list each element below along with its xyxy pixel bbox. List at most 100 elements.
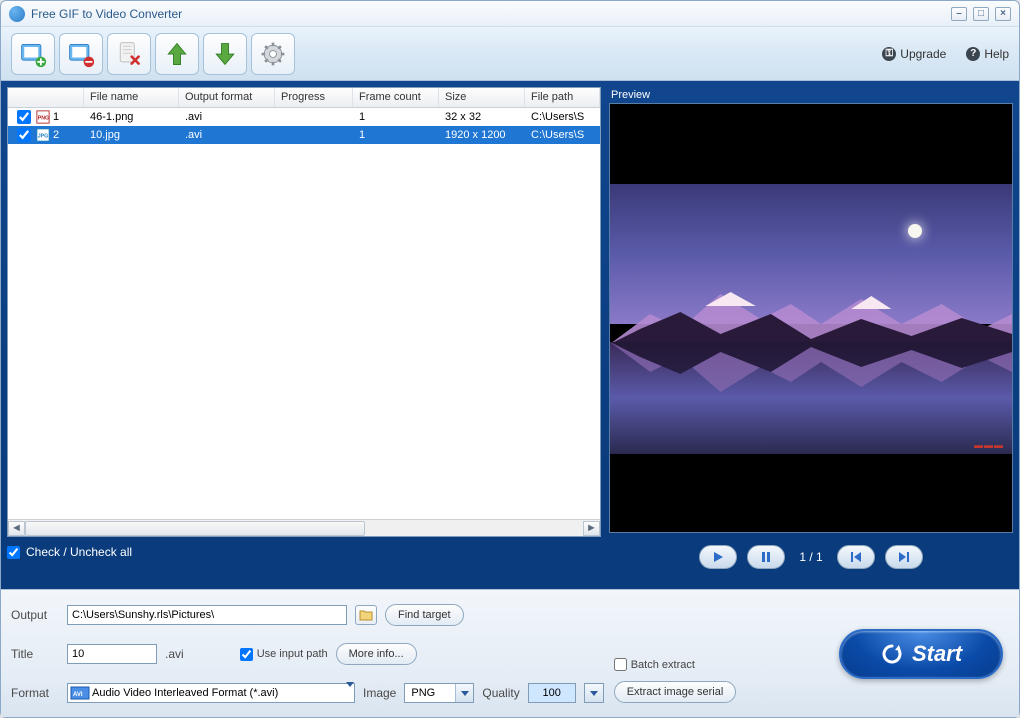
table-row[interactable]: JPG 2 10.jpg .avi 1 1920 x 1200 C:\Users… bbox=[8, 126, 600, 144]
row-size: 32 x 32 bbox=[439, 110, 525, 124]
mid-column: Batch extract Extract image serial bbox=[614, 590, 807, 717]
browse-output-button[interactable] bbox=[355, 605, 377, 625]
arrow-down-icon bbox=[211, 40, 239, 68]
upgrade-label: Upgrade bbox=[900, 47, 946, 61]
horizontal-scrollbar[interactable]: ◄ ► bbox=[8, 519, 600, 536]
image-label: Image bbox=[363, 686, 396, 700]
pause-button[interactable] bbox=[747, 545, 785, 569]
close-button[interactable]: × bbox=[995, 7, 1011, 21]
file-list-panel: File name Output format Progress Frame c… bbox=[7, 87, 601, 583]
extract-image-serial-button[interactable]: Extract image serial bbox=[614, 681, 737, 703]
preview-viewport: ▬▬▬ bbox=[609, 103, 1013, 533]
app-window: Free GIF to Video Converter – □ × ⚿ Upgr… bbox=[0, 0, 1020, 718]
col-header-index[interactable] bbox=[8, 88, 84, 107]
player-controls: 1 / 1 bbox=[609, 545, 1013, 569]
chevron-down-icon bbox=[455, 684, 473, 702]
prev-frame-button[interactable] bbox=[837, 545, 875, 569]
scroll-left-arrow[interactable]: ◄ bbox=[8, 521, 25, 536]
delete-file-icon bbox=[115, 40, 143, 68]
row-progress bbox=[275, 116, 353, 118]
image-format-value: PNG bbox=[405, 687, 455, 699]
start-area: Start bbox=[807, 590, 1019, 717]
row-frame-count: 1 bbox=[353, 128, 439, 142]
png-file-icon: PNG bbox=[35, 110, 51, 124]
row-filename: 10.jpg bbox=[84, 128, 179, 142]
toolbar: ⚿ Upgrade ? Help bbox=[1, 27, 1019, 81]
format-label: Format bbox=[11, 686, 59, 700]
row-size: 1920 x 1200 bbox=[439, 128, 525, 142]
col-header-size[interactable]: Size bbox=[439, 88, 525, 107]
app-icon bbox=[9, 6, 25, 22]
add-file-button[interactable] bbox=[11, 33, 55, 75]
check-all-checkbox[interactable] bbox=[7, 546, 20, 559]
batch-extract-checkbox[interactable]: Batch extract bbox=[614, 658, 797, 671]
quality-dropdown[interactable] bbox=[584, 683, 604, 703]
skip-back-icon bbox=[850, 551, 862, 563]
col-header-output-format[interactable]: Output format bbox=[179, 88, 275, 107]
col-header-file-path[interactable]: File path bbox=[525, 88, 600, 107]
app-title: Free GIF to Video Converter bbox=[31, 7, 182, 21]
move-up-button[interactable] bbox=[155, 33, 199, 75]
row-file-path: C:\Users\S bbox=[525, 110, 600, 124]
image-format-select[interactable]: PNG bbox=[404, 683, 474, 703]
row-progress bbox=[275, 134, 353, 136]
row-index: 2 bbox=[53, 129, 59, 141]
title-label: Title bbox=[11, 647, 67, 661]
col-header-filename[interactable]: File name bbox=[84, 88, 179, 107]
row-checkbox[interactable] bbox=[17, 128, 31, 142]
pause-icon bbox=[760, 551, 772, 563]
play-button[interactable] bbox=[699, 545, 737, 569]
title-input[interactable] bbox=[67, 644, 157, 664]
scroll-right-arrow[interactable]: ► bbox=[583, 521, 600, 536]
more-info-button[interactable]: More info... bbox=[336, 643, 417, 665]
chevron-down-icon bbox=[346, 687, 354, 699]
svg-text:JPG: JPG bbox=[38, 134, 49, 140]
upgrade-link[interactable]: ⚿ Upgrade bbox=[882, 47, 946, 61]
minimize-button[interactable]: – bbox=[951, 7, 967, 21]
list-body: PNG 1 46-1.png .avi 1 32 x 32 C:\Users\S bbox=[8, 108, 600, 519]
output-path-input[interactable] bbox=[67, 605, 347, 625]
file-list: File name Output format Progress Frame c… bbox=[7, 87, 601, 537]
row-file-path: C:\Users\S bbox=[525, 128, 600, 142]
jpg-file-icon: JPG bbox=[35, 128, 51, 142]
move-down-button[interactable] bbox=[203, 33, 247, 75]
check-all-row[interactable]: Check / Uncheck all bbox=[7, 545, 601, 559]
row-checkbox[interactable] bbox=[17, 110, 31, 124]
help-icon: ? bbox=[966, 47, 980, 61]
remove-file-button[interactable] bbox=[59, 33, 103, 75]
settings-left: Output Find target Title .avi Use input … bbox=[1, 590, 614, 717]
check-all-label: Check / Uncheck all bbox=[26, 545, 132, 559]
format-value: Audio Video Interleaved Format (*.avi) bbox=[92, 687, 346, 699]
maximize-button[interactable]: □ bbox=[973, 7, 989, 21]
scroll-thumb[interactable] bbox=[25, 521, 365, 536]
key-icon: ⚿ bbox=[882, 47, 896, 61]
format-select[interactable]: AVI Audio Video Interleaved Format (*.av… bbox=[67, 683, 355, 703]
arrow-up-icon bbox=[163, 40, 191, 68]
start-button[interactable]: Start bbox=[839, 629, 1003, 679]
preview-label: Preview bbox=[611, 89, 1013, 101]
output-label: Output bbox=[11, 608, 67, 622]
table-row[interactable]: PNG 1 46-1.png .avi 1 32 x 32 C:\Users\S bbox=[8, 108, 600, 126]
find-target-button[interactable]: Find target bbox=[385, 604, 464, 626]
col-header-progress[interactable]: Progress bbox=[275, 88, 353, 107]
quality-input[interactable] bbox=[528, 683, 576, 703]
col-header-frame-count[interactable]: Frame count bbox=[353, 88, 439, 107]
scroll-track[interactable] bbox=[25, 521, 583, 536]
settings-button[interactable] bbox=[251, 33, 295, 75]
refresh-icon bbox=[880, 642, 904, 666]
add-file-icon bbox=[19, 40, 47, 68]
next-frame-button[interactable] bbox=[885, 545, 923, 569]
remove-file-icon bbox=[67, 40, 95, 68]
gear-icon bbox=[259, 40, 287, 68]
bottom-panel: Output Find target Title .avi Use input … bbox=[1, 589, 1019, 717]
preview-panel: Preview bbox=[609, 87, 1013, 583]
help-link[interactable]: ? Help bbox=[966, 47, 1009, 61]
row-index: 1 bbox=[53, 111, 59, 123]
delete-button[interactable] bbox=[107, 33, 151, 75]
preview-watermark: ▬▬▬ bbox=[974, 440, 1004, 450]
play-icon bbox=[712, 551, 724, 563]
preview-image bbox=[610, 184, 1012, 454]
use-input-path-checkbox[interactable]: Use input path bbox=[240, 648, 328, 661]
help-label: Help bbox=[984, 47, 1009, 61]
svg-text:PNG: PNG bbox=[38, 116, 49, 122]
